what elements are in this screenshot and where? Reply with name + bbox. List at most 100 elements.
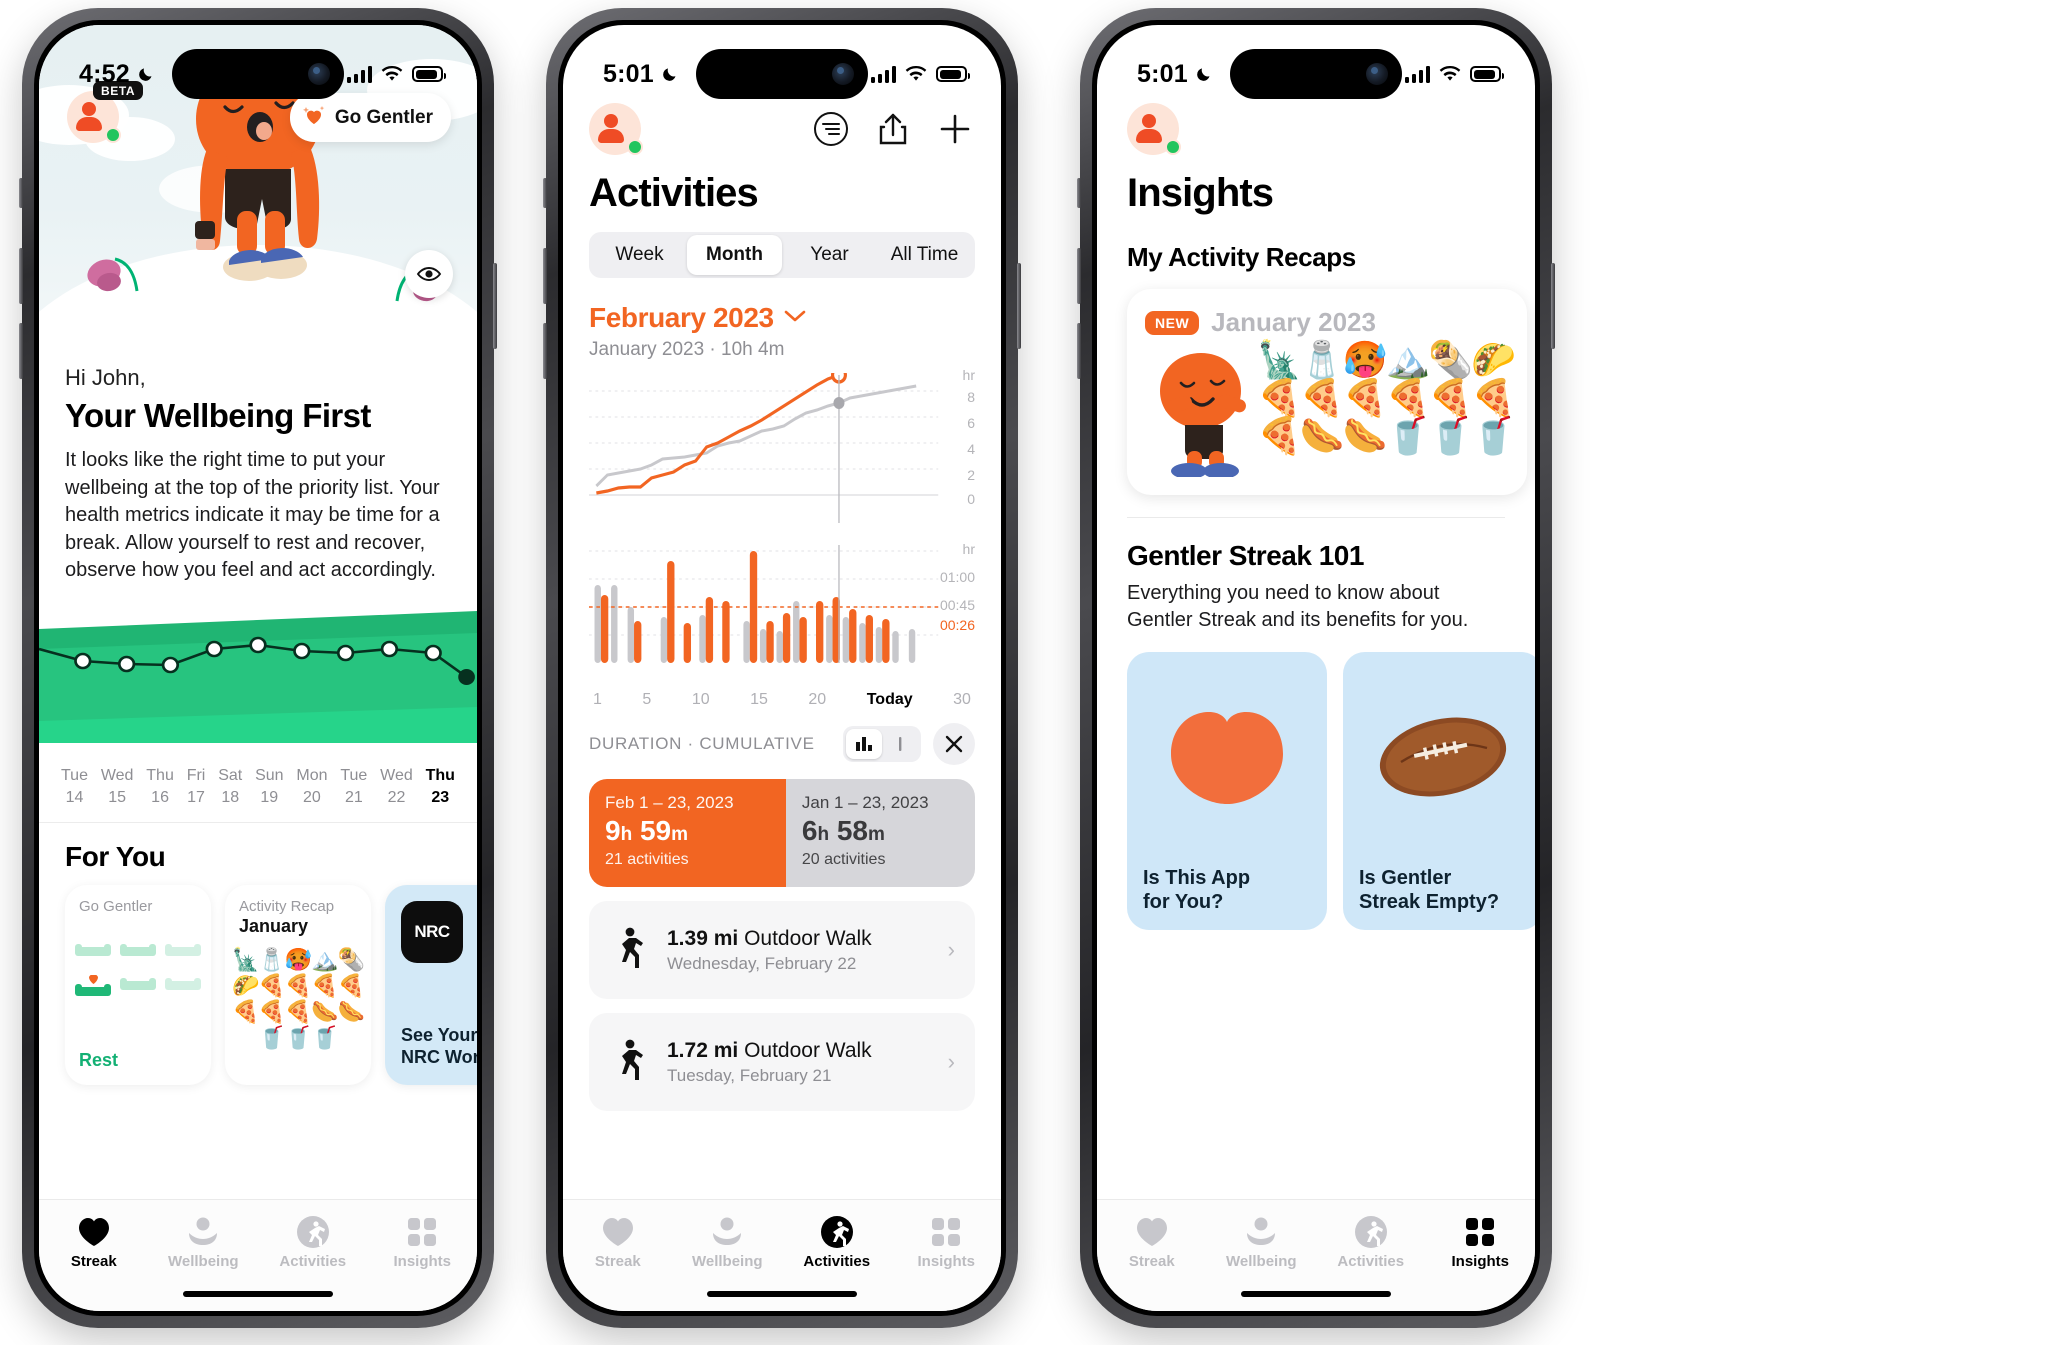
tab-streak[interactable]: Streak	[39, 1214, 149, 1270]
runner-icon	[1316, 1214, 1426, 1250]
mute-switch[interactable]	[1077, 178, 1081, 208]
heart-icon	[1097, 1214, 1207, 1250]
filter-icon[interactable]	[811, 109, 851, 149]
activity-date: Tuesday, February 21	[667, 1065, 832, 1085]
go-gentler-button[interactable]: Go Gentler	[289, 93, 451, 142]
tab-week[interactable]: Week	[592, 235, 687, 275]
card-emoji-art: 🗽🧂🥵🏔️🌯🌮🍕🍕🍕🍕🍕🍕🍕🌭🌭🥤🥤🥤	[232, 947, 365, 1051]
period-segmented-control[interactable]: Week Month Year All Time	[589, 232, 975, 278]
volume-down-button[interactable]	[543, 323, 547, 379]
chevron-down-icon[interactable]	[784, 309, 806, 328]
day-item[interactable]: Thu 16	[146, 765, 174, 808]
dynamic-island	[172, 49, 344, 99]
comparison-current[interactable]: Feb 1 – 23, 2023 9h 59m 21 activities	[589, 779, 786, 887]
home-indicator[interactable]	[707, 1291, 857, 1297]
status-dot	[627, 139, 643, 155]
article-tile-is-this-app-for-you[interactable]: Is This App for You?	[1127, 652, 1327, 930]
day-item[interactable]: Tue 14	[61, 765, 88, 808]
y-tick: 2	[967, 467, 975, 483]
month-selector[interactable]: February 2023	[589, 302, 975, 334]
articles-carousel[interactable]: Is This App for You? Is Gentler Streak E…	[1127, 652, 1535, 930]
tab-year[interactable]: Year	[782, 235, 877, 275]
day-item[interactable]: Mon 20	[296, 765, 327, 808]
day-item[interactable]: Sat 18	[218, 765, 242, 808]
tab-wellbeing[interactable]: Wellbeing	[149, 1214, 259, 1270]
grid-icon	[368, 1214, 478, 1250]
front-camera-icon	[308, 63, 330, 85]
for-you-carousel[interactable]: Go Gentler Rest Activity Recap January 🗽	[39, 885, 477, 1086]
divider	[1127, 517, 1505, 518]
volume-up-button[interactable]	[543, 248, 547, 304]
day-item[interactable]: Sun 19	[255, 765, 283, 808]
y-tick: 6	[967, 415, 975, 431]
line-icon[interactable]	[882, 729, 918, 759]
y-tick: 4	[967, 441, 975, 457]
recap-card-january[interactable]: NEW January 2023 🗽🧂🥵🏔️🌯🌮🍕🍕🍕🍕🍕🍕🍕🌭🌭🥤🥤🥤	[1127, 289, 1527, 495]
mute-switch[interactable]	[543, 178, 547, 208]
plus-icon[interactable]	[935, 109, 975, 149]
close-icon[interactable]	[933, 723, 975, 765]
card-title: See Your NRC Workouts	[401, 1025, 477, 1068]
card-nrc-workouts[interactable]: NRC See Your NRC Workouts	[385, 885, 477, 1086]
tab-wellbeing[interactable]: Wellbeing	[673, 1214, 783, 1270]
volume-down-button[interactable]	[19, 323, 23, 379]
average-line-label: 00:26	[939, 617, 975, 633]
tab-insights[interactable]: Insights	[1426, 1214, 1536, 1270]
recap-carousel[interactable]: NEW January 2023 🗽🧂🥵🏔️🌯🌮🍕🍕🍕🍕🍕🍕🍕🌭🌭🥤🥤🥤	[1127, 289, 1535, 495]
power-button[interactable]	[1017, 263, 1021, 349]
tab-activities[interactable]: Activities	[1316, 1214, 1426, 1270]
mute-switch[interactable]	[19, 178, 23, 208]
card-activity-recap[interactable]: Activity Recap January 🗽🧂🥵🏔️🌯🌮🍕🍕🍕🍕🍕🍕🍕🌭🌭🥤…	[225, 885, 371, 1086]
profile-avatar[interactable]	[1127, 103, 1181, 155]
card-go-gentler[interactable]: Go Gentler Rest	[65, 885, 211, 1086]
tab-streak[interactable]: Streak	[1097, 1214, 1207, 1270]
sofa-icon	[164, 975, 201, 995]
day-item[interactable]: Wed 15	[101, 765, 134, 808]
day-item[interactable]: Wed 22	[380, 765, 413, 808]
card-title: January	[239, 916, 309, 937]
day-item[interactable]: Tue 21	[340, 765, 367, 808]
activity-title: 1.39 mi Outdoor Walk	[667, 926, 872, 950]
day-item-today[interactable]: Thu 23	[426, 765, 455, 808]
share-icon[interactable]	[873, 109, 913, 149]
power-button[interactable]	[1551, 263, 1555, 349]
volume-up-button[interactable]	[19, 248, 23, 304]
activity-row[interactable]: 1.39 mi Outdoor Walk Wednesday, February…	[589, 901, 975, 999]
sofa-active-icon	[75, 974, 112, 997]
tab-insights[interactable]: Insights	[368, 1214, 478, 1270]
activity-count: 21 activities	[605, 851, 689, 868]
home-indicator[interactable]	[183, 1291, 333, 1297]
volume-up-button[interactable]	[1077, 248, 1081, 304]
eye-toggle-button[interactable]	[405, 250, 453, 298]
tab-insights[interactable]: Insights	[892, 1214, 1002, 1270]
y-axis-unit: hr	[962, 541, 975, 557]
tab-label: Streak	[70, 1253, 117, 1270]
bar-chart-icon[interactable]	[846, 729, 882, 759]
power-button[interactable]	[493, 263, 497, 349]
duration-value: 6h 58m	[801, 815, 885, 846]
profile-avatar[interactable]	[589, 103, 643, 155]
section-heading: My Activity Recaps	[1127, 242, 1356, 272]
tab-streak[interactable]: Streak	[563, 1214, 673, 1270]
tab-month[interactable]: Month	[687, 235, 782, 275]
walk-icon	[609, 924, 649, 976]
chart-type-toggle[interactable]	[843, 726, 921, 762]
tab-activities[interactable]: Activities	[258, 1214, 368, 1270]
screen-activities: 5:01 Activities Week Month Year All Time…	[563, 25, 1001, 1311]
tab-all-time[interactable]: All Time	[877, 235, 972, 275]
tab-label: Activities	[1337, 1253, 1405, 1270]
comparison-previous[interactable]: Jan 1 – 23, 2023 6h 58m 20 activities	[785, 779, 975, 887]
person-lotus-icon	[149, 1214, 259, 1250]
activity-count: 20 activities	[801, 851, 886, 868]
range-label: Feb 1 – 23, 2023	[605, 793, 734, 812]
duration-label: DURATION · CUMULATIVE	[589, 734, 815, 753]
tab-activities[interactable]: Activities	[782, 1214, 892, 1270]
tab-wellbeing[interactable]: Wellbeing	[1207, 1214, 1317, 1270]
sofa-pattern	[65, 941, 211, 997]
article-tile-is-gentler-streak-empty[interactable]: Is Gentler Streak Empty?	[1343, 652, 1535, 930]
day-item[interactable]: Fri 17	[187, 765, 206, 808]
activity-row[interactable]: 1.72 mi Outdoor Walk Tuesday, February 2…	[589, 1013, 975, 1111]
profile-avatar[interactable]: BETA	[67, 81, 144, 143]
volume-down-button[interactable]	[1077, 323, 1081, 379]
home-indicator[interactable]	[1241, 1291, 1391, 1297]
